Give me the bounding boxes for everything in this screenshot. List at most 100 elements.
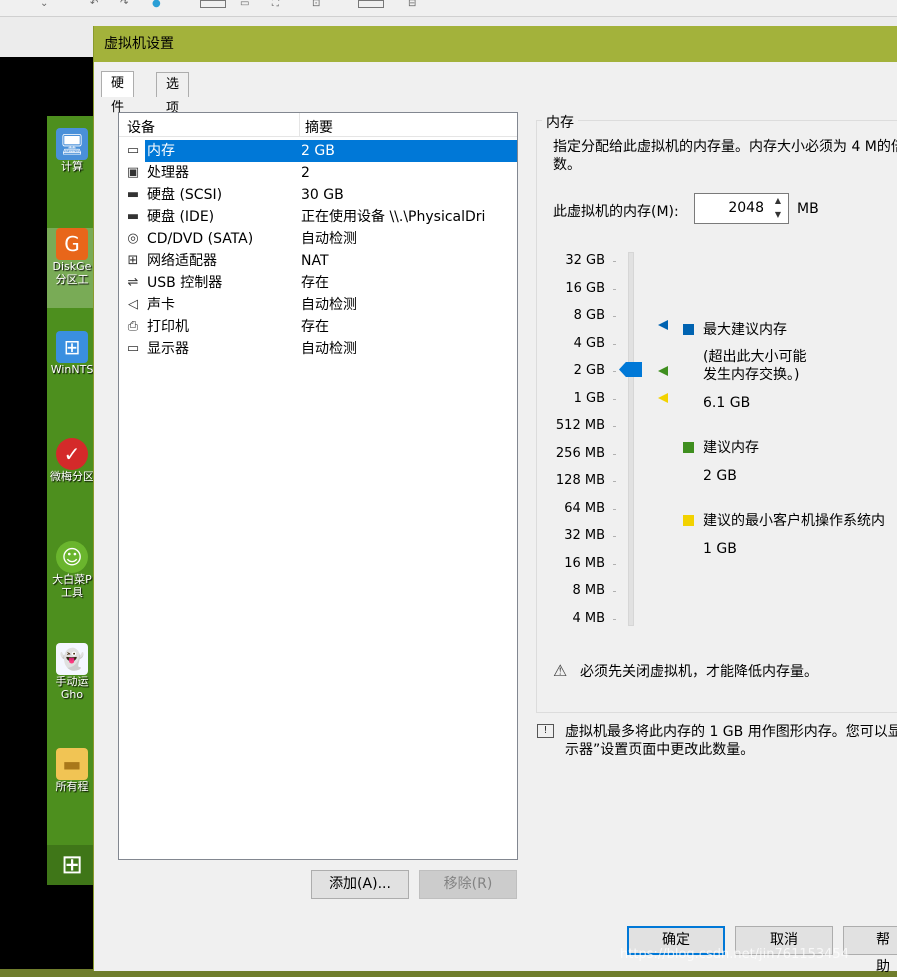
device-list-header: 设备 摘要 [119,113,517,137]
desktop-icon-partition[interactable]: ✓ 微梅分区 [47,438,97,483]
min-memory-marker-icon [658,393,668,403]
desktop-icon-label: 工具 [61,586,83,599]
toolbar-view-icon[interactable] [200,0,226,8]
desktop-icon-winnt[interactable]: ⊞ WinNTS [47,331,97,376]
device-name: 硬盘 (SCSI) [147,187,223,203]
desktop-icon-label: DiskGe [52,260,92,273]
remove-device-button[interactable]: 移除(R) [419,870,517,899]
column-divider[interactable] [299,113,300,137]
device-row[interactable]: ▬ 硬盘 (SCSI) 30 GB [119,184,517,206]
memory-icon: ▭ [126,143,140,158]
desktop-icon-ghost[interactable]: 👻 手动运 Gho [47,643,97,701]
desktop-icon-label: 分区工 [55,273,89,286]
toolbar-display-icon[interactable] [358,0,384,8]
folder-icon: ▬ [56,748,88,780]
toolbar-dropdown-icon[interactable]: ⌄ [40,0,48,9]
device-name: 显示器 [147,341,189,357]
usb-icon: ⇌ [127,275,139,290]
memory-spinner[interactable]: ▲ ▼ [768,194,788,223]
recommended-memory-value: 2 GB [703,468,737,484]
toolbar-unity-icon[interactable]: ⊡ [312,0,320,9]
cd-dvd-icon: ◎ [127,231,139,246]
column-header-summary[interactable]: 摘要 [305,117,333,137]
device-name: CD/DVD (SATA) [147,231,254,247]
spin-down-icon[interactable]: ▼ [768,208,788,222]
memory-slider-track[interactable] [628,252,634,626]
memory-scale-label: 16 MB [564,555,605,571]
device-row[interactable]: ▬ 硬盘 (IDE) 正在使用设备 \\.\PhysicalDri [119,206,517,228]
tab-options[interactable]: 选项 [156,72,190,116]
toolbar-forward-icon[interactable]: ↷ [120,0,128,9]
device-summary: 存在 [301,319,329,335]
dabaicai-icon: ☺ [56,541,88,573]
windows-start-icon[interactable]: ⊞ [61,850,83,880]
memory-scale-label: 4 MB [572,610,605,626]
device-row[interactable]: ▭ 内存 2 GB [119,140,517,162]
device-summary: 存在 [301,275,329,291]
memory-scale-tick [613,508,616,510]
memory-scale-label: 8 GB [573,308,605,323]
toolbar-fullscreen-icon[interactable]: ⛶ [272,0,279,9]
device-summary: 自动检测 [301,341,357,357]
desktop-icon-label: 微梅分区 [50,470,94,483]
device-row[interactable]: ⊞ 网络适配器 NAT [119,250,517,272]
device-row[interactable]: ▭ 显示器 自动检测 [119,338,517,360]
memory-scale-tick [613,453,616,455]
desktop-icon-diskgenius[interactable]: G DiskGe 分区工 [47,228,97,308]
hard-disk-icon: ▬ [126,187,140,202]
memory-scale-label: 512 MB [555,418,605,433]
memory-scale-tick [613,288,616,290]
device-row[interactable]: ▣ 处理器 2 [119,162,517,184]
memory-unit: MB [797,201,819,217]
guest-taskbar: ⊞ [47,845,97,885]
memory-scale-tick [613,536,616,537]
device-row[interactable]: ◁ 声卡 自动检测 [119,294,517,316]
device-name: 硬盘 (IDE) [147,209,215,225]
memory-scale-tick [613,398,616,400]
memory-scale-label: 2 GB [573,363,605,378]
toolbar-back-icon[interactable]: ↶ [90,0,98,9]
device-row[interactable]: ◎ CD/DVD (SATA) 自动检测 [119,228,517,250]
max-memory-note: 发生内存交换。) [703,367,800,383]
memory-input-label: 此虚拟机的内存(M): [553,204,679,220]
memory-scale-tick [613,316,616,317]
memory-scale-label: 32 MB [564,528,605,543]
memory-group-title: 内存 [542,112,578,132]
memory-scale-tick [613,261,616,262]
processor-icon: ▣ [126,165,140,180]
diskgenius-icon: G [56,228,88,260]
partition-tool-icon: ✓ [56,438,88,470]
toolbar-console-icon[interactable]: ▭ [240,0,249,9]
display-icon: ▭ [126,341,140,356]
tab-hardware[interactable]: 硬件 [101,71,135,115]
device-row[interactable]: ⇌ USB 控制器 存在 [119,272,517,294]
toolbar-settings-icon[interactable]: ⊟ [408,0,416,9]
device-name: 网络适配器 [147,253,217,269]
memory-scale-tick [613,591,616,592]
memory-scale-label: 128 MB [555,473,605,488]
desktop-icon-computer[interactable]: 🖥 计算 [47,128,97,173]
warning-icon: ⚠ [553,661,568,680]
device-name: 内存 [145,140,301,162]
recommended-memory-marker-icon [658,366,668,376]
memory-scale-label: 64 MB [564,500,605,516]
host-toolbar: ⌄ ↶ ↷ ● ▭ ⛶ ⊡ ⊟ [0,0,897,17]
memory-scale-label: 4 GB [573,335,605,351]
ghost-icon: 👻 [56,643,88,675]
memory-scale-tick [613,343,616,345]
spin-up-icon[interactable]: ▲ [768,194,788,208]
min-memory-label: 建议的最小客户机操作系统内 [703,513,885,529]
device-row[interactable]: ⎙ 打印机 存在 [119,316,517,338]
desktop-icon-dabaicai[interactable]: ☺ 大白菜P 工具 [47,541,97,599]
add-device-button[interactable]: 添加(A)... [311,870,409,899]
desktop-icon-all-programs[interactable]: ▬ 所有程 [47,748,97,793]
help-button[interactable]: 帮助 [843,926,897,975]
device-list[interactable]: 设备 摘要 ▭ 内存 2 GB ▣ 处理器 2 ▬ 硬盘 (SCSI) 30 GB ▬ 硬盘 (ID… [118,112,518,860]
device-name: 声卡 [147,297,175,313]
device-summary: 自动检测 [301,297,357,313]
recommended-memory-label: 建议内存 [703,440,759,456]
column-header-device[interactable]: 设备 [127,117,155,137]
device-summary: 正在使用设备 \\.\PhysicalDri [301,209,486,225]
device-name: 处理器 [147,165,189,181]
toolbar-snapshot-icon[interactable]: ● [152,0,161,9]
